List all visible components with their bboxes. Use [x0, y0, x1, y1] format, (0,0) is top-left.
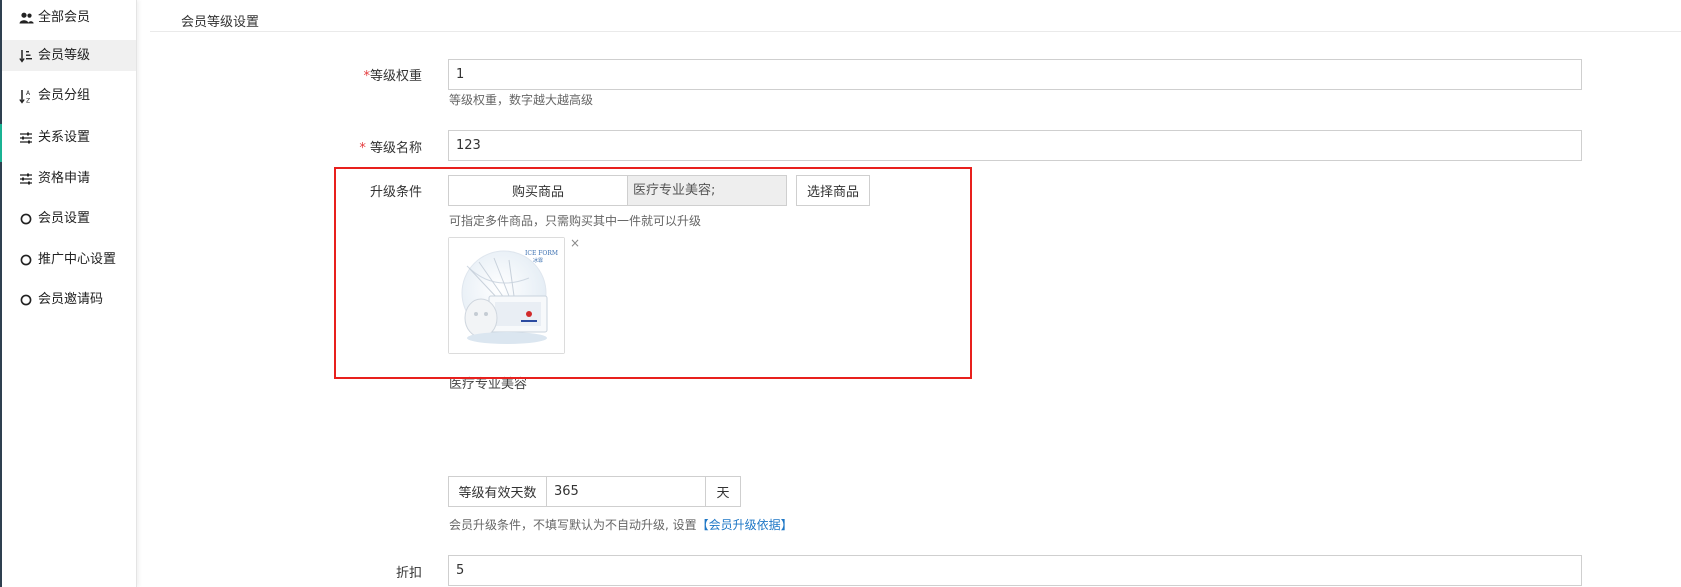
- sidebar-item-label: 会员分组: [38, 88, 91, 103]
- validity-days-addon-text: 等级有效天数: [458, 486, 537, 501]
- sidebar-item-label: 会员设置: [38, 211, 91, 226]
- sidebar-item-qualification[interactable]: 资格申请: [2, 163, 136, 194]
- sidebar-item-all-members[interactable]: 全部会员: [2, 2, 136, 33]
- name-input[interactable]: 123: [448, 130, 1582, 161]
- validity-days-unit: 天: [705, 476, 741, 507]
- discount-input[interactable]: 5: [448, 555, 1582, 586]
- weight-label-text: 等级权重: [369, 69, 422, 84]
- name-label-text: 等级名称: [369, 141, 422, 156]
- sidebar-item-member-level[interactable]: 会员等级: [2, 40, 136, 71]
- validity-days-unit-text: 天: [716, 486, 730, 501]
- validity-days-input[interactable]: 365: [546, 476, 706, 507]
- validity-help-text: 会员升级条件，不填写默认为不自动升级, 设置: [449, 518, 697, 532]
- sidebar-item-promotion-center[interactable]: 推广中心设置: [2, 244, 136, 275]
- weight-input[interactable]: 1: [448, 59, 1582, 90]
- name-label: * 等级名称: [312, 137, 422, 156]
- sidebar-item-label: 会员等级: [38, 48, 91, 63]
- sidebar-item-label: 推广中心设置: [38, 252, 117, 267]
- content-header: 会员等级设置: [150, 0, 1681, 32]
- circle-icon: [18, 252, 34, 268]
- weight-label: *等级权重: [312, 65, 422, 84]
- sort-alpha-icon: AZ: [18, 88, 34, 104]
- discount-label: 折扣: [395, 566, 422, 581]
- validity-help: 会员升级条件，不填写默认为不自动升级, 设置【会员升级依据】: [449, 516, 793, 533]
- weight-help: 等级权重，数字越大越高级: [449, 93, 594, 107]
- sidebar-item-label: 资格申请: [38, 171, 91, 186]
- required-mark: *: [359, 141, 366, 156]
- circle-icon: [18, 292, 34, 308]
- svg-text:Z: Z: [26, 97, 30, 104]
- sidebar-item-invite-code[interactable]: 会员邀请码: [2, 284, 136, 315]
- highlight-annotation-box: [334, 167, 972, 379]
- sliders-icon: [18, 130, 34, 146]
- users-icon: [18, 10, 34, 26]
- svg-text:A: A: [26, 90, 31, 97]
- sidebar: 全部会员 会员等级 AZ 会员分组 关系设置 资格申请 会员设置 推广中心设置: [2, 0, 137, 587]
- sliders-icon: [18, 171, 34, 187]
- upgrade-basis-link[interactable]: 【会员升级依据】: [697, 518, 793, 532]
- sidebar-item-member-settings[interactable]: 会员设置: [2, 203, 136, 234]
- sidebar-item-label: 会员邀请码: [38, 292, 104, 307]
- validity-days-addon: 等级有效天数: [448, 476, 547, 507]
- sort-amount-icon: [18, 48, 34, 64]
- sidebar-item-label: 全部会员: [38, 10, 91, 25]
- page-title: 会员等级设置: [181, 15, 260, 30]
- circle-icon: [18, 211, 34, 227]
- sidebar-item-relation-settings[interactable]: 关系设置: [2, 122, 136, 153]
- sidebar-item-label: 关系设置: [38, 130, 91, 145]
- sidebar-item-member-group[interactable]: AZ 会员分组: [2, 80, 136, 111]
